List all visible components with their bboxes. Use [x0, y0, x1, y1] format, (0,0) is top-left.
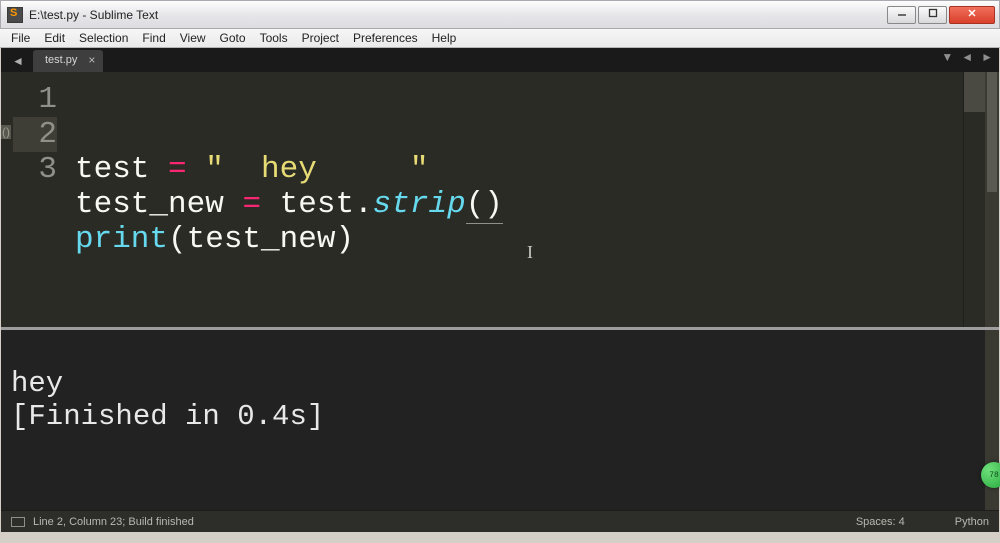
- menu-selection[interactable]: Selection: [72, 30, 135, 46]
- code-token: strip: [373, 187, 466, 222]
- tab-strip: ◄ test.py × ▼ ◄ ►: [1, 48, 999, 72]
- pane-prev-icon[interactable]: ◄: [961, 50, 973, 64]
- assist-badge-icon[interactable]: 78: [981, 462, 1000, 488]
- console-line: [Finished in 0.4s]: [11, 400, 324, 433]
- menu-goto[interactable]: Goto: [213, 30, 253, 46]
- code-token: test_new: [75, 187, 242, 222]
- code-token: test: [75, 152, 168, 187]
- fold-gutter: (): [1, 72, 13, 327]
- menu-project[interactable]: Project: [295, 30, 346, 46]
- tab-testpy[interactable]: test.py ×: [33, 50, 103, 72]
- line-number: 3: [13, 152, 57, 187]
- menu-bar: File Edit Selection Find View Goto Tools…: [0, 29, 1000, 48]
- line-number: 1: [13, 82, 57, 117]
- code-token: =: [168, 152, 187, 187]
- tab-close-icon[interactable]: ×: [88, 53, 95, 67]
- code-token: (test_new): [168, 222, 354, 257]
- menu-view[interactable]: View: [173, 30, 213, 46]
- code-token: " hey ": [205, 152, 428, 187]
- minimap-viewport[interactable]: [964, 72, 985, 112]
- pane-next-icon[interactable]: ►: [981, 50, 993, 64]
- line-number: 2: [13, 117, 57, 152]
- close-button[interactable]: [949, 6, 995, 24]
- line-number-gutter: 1 2 3: [13, 72, 69, 327]
- maximize-button[interactable]: [918, 6, 947, 24]
- window-title-bar: E:\test.py - Sublime Text: [0, 0, 1000, 29]
- code-text[interactable]: test = " hey "test_new = test.strip() pri…: [69, 72, 963, 327]
- code-token: =: [242, 187, 261, 222]
- menu-file[interactable]: File: [4, 30, 37, 46]
- code-token: .: [354, 187, 373, 222]
- menu-tools[interactable]: Tools: [253, 30, 295, 46]
- minimize-button[interactable]: [887, 6, 916, 24]
- text-cursor-icon: I: [527, 242, 533, 263]
- editor-scrollbar[interactable]: [985, 72, 999, 327]
- status-cursor-info: Line 2, Column 23; Build finished: [33, 516, 194, 528]
- code-token: (): [466, 187, 503, 224]
- status-bar: Line 2, Column 23; Build finished Spaces…: [1, 510, 999, 532]
- tabs-scroll-left-icon[interactable]: ◄: [7, 50, 29, 72]
- editor-area[interactable]: () 1 2 3 test = " hey "test_new = test.s…: [1, 72, 999, 327]
- tab-label: test.py: [45, 54, 77, 66]
- code-token: print: [75, 222, 168, 257]
- menu-find[interactable]: Find: [135, 30, 172, 46]
- build-output-panel[interactable]: hey [Finished in 0.4s] 78: [1, 327, 999, 510]
- console-line: hey: [11, 367, 63, 400]
- menu-preferences[interactable]: Preferences: [346, 30, 425, 46]
- code-token: [187, 152, 206, 187]
- code-token: test: [261, 187, 354, 222]
- tabs-dropdown-icon[interactable]: ▼: [941, 50, 953, 64]
- status-indentation[interactable]: Spaces: 4: [856, 516, 905, 528]
- menu-edit[interactable]: Edit: [37, 30, 72, 46]
- minimap[interactable]: [963, 72, 985, 327]
- menu-help[interactable]: Help: [425, 30, 464, 46]
- bracket-match-icon: (): [1, 125, 11, 139]
- window-title: E:\test.py - Sublime Text: [29, 8, 158, 22]
- status-syntax[interactable]: Python: [955, 516, 989, 528]
- app-icon: [7, 7, 23, 23]
